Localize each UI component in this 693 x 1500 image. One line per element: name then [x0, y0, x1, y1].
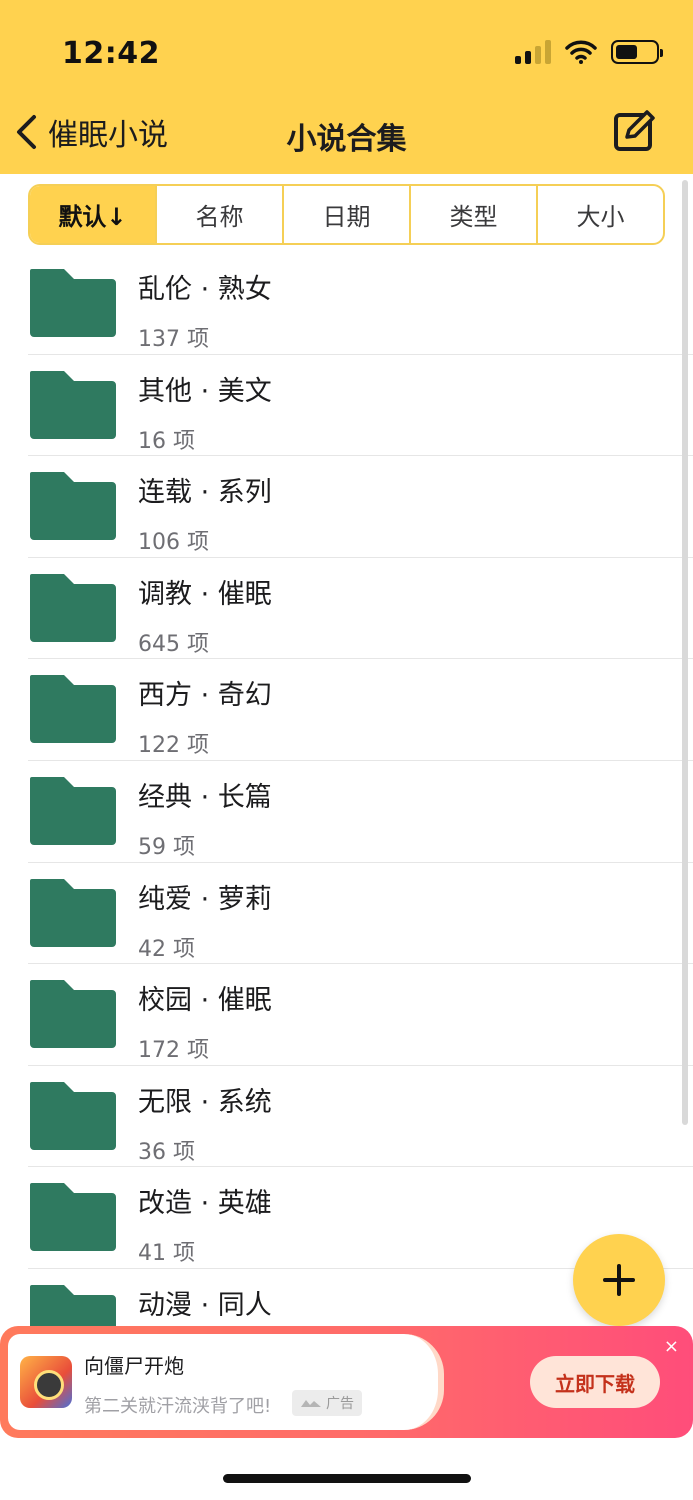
folder-icon — [30, 1183, 116, 1252]
folder-count: 42 项 — [138, 936, 195, 962]
folder-count: 122 项 — [138, 733, 209, 759]
game-app-icon — [20, 1356, 72, 1408]
sort-tab-date[interactable]: 日期 — [284, 186, 411, 243]
folder-icon — [30, 878, 116, 947]
ad-tag-text: 广告 — [326, 1396, 354, 1412]
folder-icon — [30, 573, 116, 642]
ad-subtitle: 第二关就汗流浃背了吧! — [84, 1396, 272, 1417]
sort-tab-default[interactable]: 默认↓ — [30, 186, 157, 243]
ad-title: 向僵尸开炮 — [84, 1354, 184, 1378]
folder-icon — [30, 370, 116, 439]
folder-count: 41 项 — [138, 1241, 195, 1267]
folder-title: 经典 · 长篇 — [138, 781, 272, 813]
list-item[interactable]: 无限 · 系统 36 项 — [28, 1066, 693, 1168]
folder-icon — [30, 776, 116, 845]
folder-icon — [30, 980, 116, 1049]
folder-title: 纯爱 · 萝莉 — [138, 883, 272, 915]
list-item[interactable]: 连载 · 系列 106 项 — [28, 456, 693, 558]
header: 12:42 催眠小说 小说合集 — [0, 0, 693, 174]
sort-tab-type[interactable]: 类型 — [411, 186, 538, 243]
edit-button[interactable] — [613, 110, 655, 156]
plus-icon — [603, 1264, 635, 1296]
ad-label-badge: 广告 — [292, 1390, 362, 1416]
folder-title: 乱伦 · 熟女 — [138, 274, 272, 305]
cellular-signal-icon — [515, 40, 551, 64]
list-item[interactable]: 其他 · 美文 16 项 — [28, 355, 693, 457]
ad-content: 向僵尸开炮 第二关就汗流浃背了吧! 广告 — [8, 1334, 444, 1430]
sort-tab-size[interactable]: 大小 — [538, 186, 663, 243]
nav-bar: 催眠小说 小说合集 — [0, 104, 693, 164]
folder-title: 其他 · 美文 — [138, 375, 272, 407]
status-icons — [515, 40, 663, 64]
folder-title: 西方 · 奇幻 — [138, 680, 272, 712]
scrollbar[interactable] — [682, 180, 688, 1125]
folder-title: 改造 · 英雄 — [138, 1188, 272, 1220]
close-icon[interactable]: × — [664, 1336, 679, 1357]
folder-count: 106 项 — [138, 530, 209, 556]
ad-network-logo-icon — [301, 1400, 321, 1407]
page-title: 小说合集 — [286, 122, 407, 157]
folder-count: 645 项 — [138, 631, 209, 657]
home-indicator[interactable] — [223, 1474, 471, 1483]
folder-icon — [30, 269, 116, 337]
folder-title: 动漫 · 同人 — [138, 1289, 272, 1321]
download-button[interactable]: 立即下载 — [530, 1356, 660, 1408]
folder-count: 172 项 — [138, 1038, 209, 1064]
folder-count: 36 项 — [138, 1139, 195, 1165]
folder-title: 调教 · 催眠 — [138, 578, 272, 610]
add-button[interactable] — [573, 1234, 665, 1326]
folder-title: 校园 · 催眠 — [138, 985, 272, 1017]
compose-icon — [614, 110, 655, 151]
sort-tab-name[interactable]: 名称 — [157, 186, 284, 243]
list-item[interactable]: 西方 · 奇幻 122 项 — [28, 659, 693, 761]
folder-icon — [30, 472, 116, 541]
folder-title: 无限 · 系统 — [138, 1086, 272, 1118]
list-item[interactable]: 乱伦 · 熟女 137 项 — [28, 253, 693, 355]
folder-list: 乱伦 · 熟女 137 项 其他 · 美文 16 项 连载 · 系列 106 项… — [0, 253, 693, 1371]
list-item[interactable]: 调教 · 催眠 645 项 — [28, 558, 693, 660]
list-item[interactable]: 经典 · 长篇 59 项 — [28, 761, 693, 863]
folder-count: 137 项 — [138, 327, 209, 352]
wifi-icon — [565, 40, 597, 64]
folder-icon — [30, 1081, 116, 1150]
folder-icon — [30, 675, 116, 744]
status-time: 12:42 — [62, 36, 160, 71]
ad-banner[interactable]: 向僵尸开炮 第二关就汗流浃背了吧! 广告 立即下载 × — [0, 1326, 693, 1438]
sort-segmented-control: 默认↓ 名称 日期 类型 大小 — [28, 184, 665, 245]
battery-icon — [611, 40, 663, 64]
list-item[interactable]: 校园 · 催眠 172 项 — [28, 964, 693, 1066]
list-item[interactable]: 纯爱 · 萝莉 42 项 — [28, 863, 693, 965]
folder-count: 16 项 — [138, 428, 195, 454]
folder-title: 连载 · 系列 — [138, 477, 272, 509]
folder-count: 59 项 — [138, 834, 195, 860]
